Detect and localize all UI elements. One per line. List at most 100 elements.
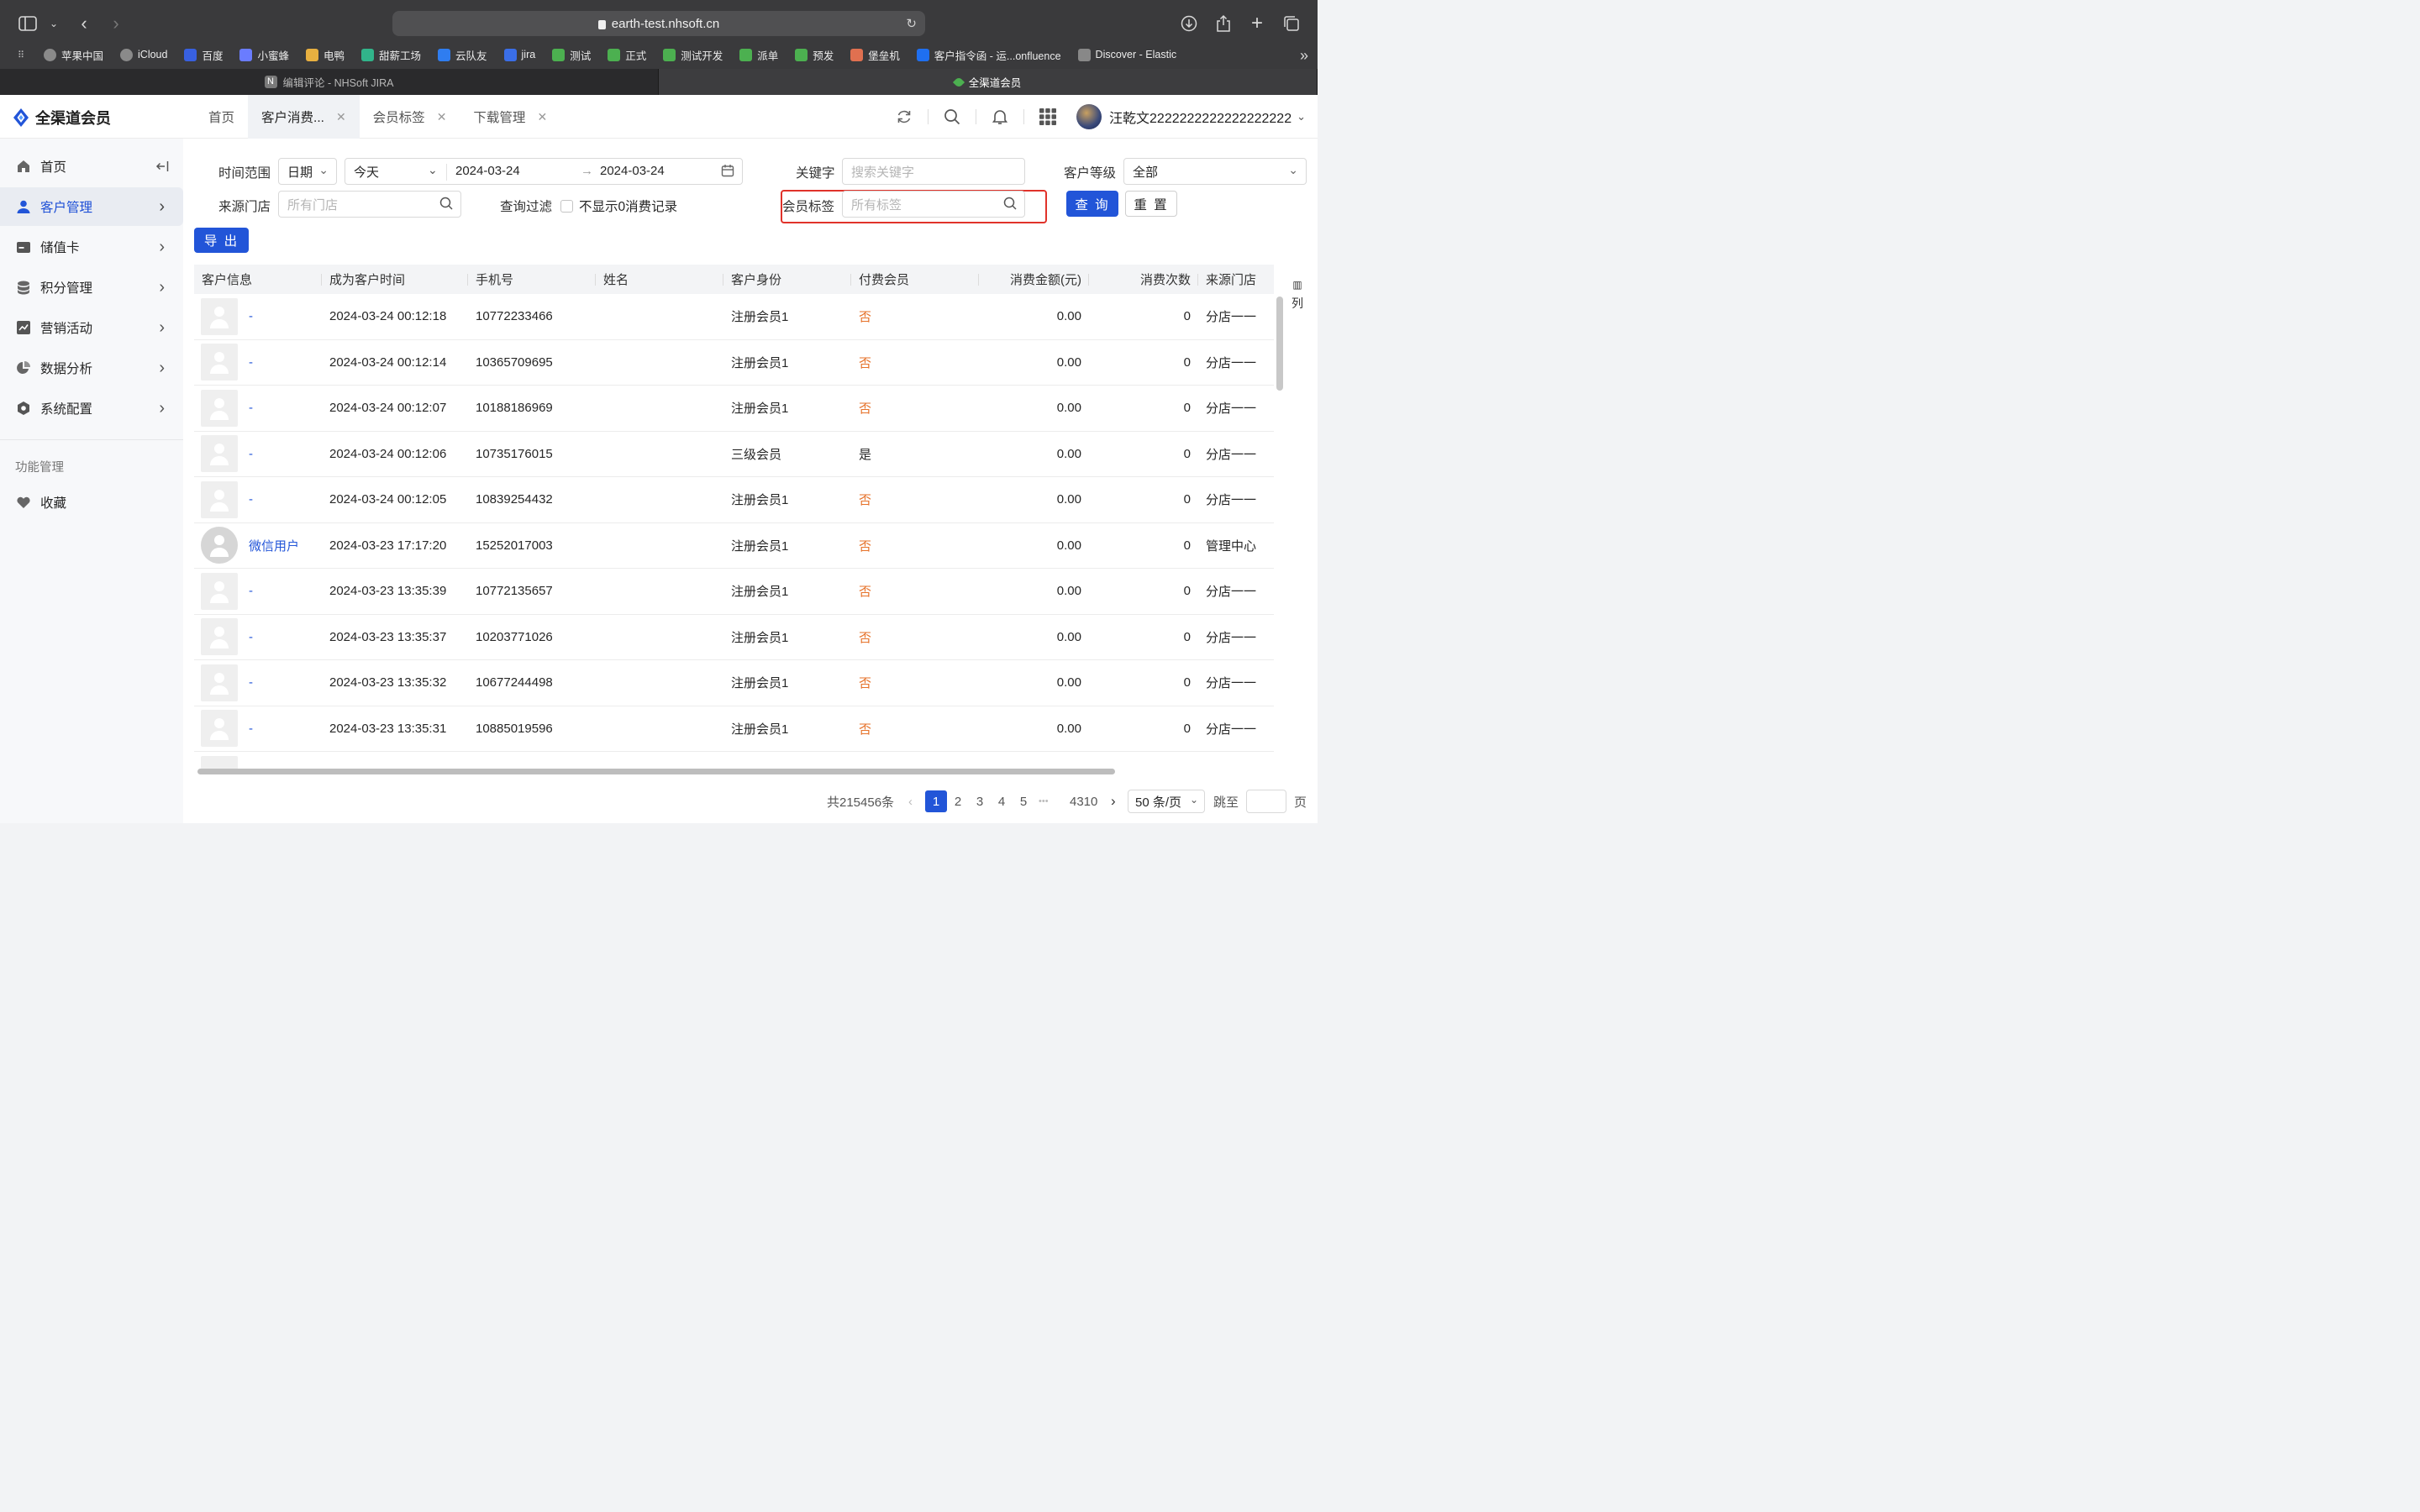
bookmark-item[interactable]: 派单 [739,47,778,63]
close-icon[interactable]: ✕ [437,110,447,124]
reset-button[interactable]: 重 置 [1125,191,1177,217]
new-tab-icon[interactable]: + [1245,12,1269,35]
avatar[interactable] [1076,104,1102,129]
jump-page-input[interactable] [1246,790,1286,813]
search-icon[interactable] [1003,197,1017,213]
vertical-scrollbar[interactable] [1276,297,1283,391]
tab-1[interactable]: 客户消费... ✕ [248,95,360,139]
column-header[interactable]: 客户信息 [194,265,322,294]
customer-name-link[interactable]: - [249,722,253,736]
download-icon[interactable] [1177,12,1201,35]
page-last[interactable]: 4310 [1070,790,1097,812]
sidebar-item-favorites[interactable]: 收藏 [0,483,183,522]
pagination-ellipsis[interactable]: ••• [1039,790,1049,812]
table-row[interactable]: - 2024-03-24 00:12:18 10772233466 注册会员1 否 0.0… [194,294,1274,340]
column-header[interactable]: 来源门店 [1198,265,1274,294]
tab-0[interactable]: 首页 [195,95,248,139]
page-2[interactable]: 2 [947,790,969,812]
cell-customer-info[interactable]: - [194,431,322,476]
table-row[interactable]: - 2024-03-24 00:12:14 10365709695 注册会员1 否 0.0… [194,340,1274,386]
chevron-down-icon[interactable]: ⌄ [42,12,66,35]
apps-grid-icon[interactable]: ⠿ [13,47,29,62]
bookmark-item[interactable]: 预发 [795,47,834,63]
column-header[interactable]: 客户身份 [723,265,851,294]
column-header[interactable]: 消费次数 [1089,265,1198,294]
tab-3[interactable]: 下载管理 ✕ [460,95,560,139]
close-icon[interactable]: ✕ [537,110,547,124]
customer-name-link[interactable]: - [249,401,253,415]
bookmark-item[interactable]: 正式 [608,47,646,63]
sidebar-item-0[interactable]: 首页 [0,147,143,186]
sidebar-item-3[interactable]: 积分管理 › [0,268,183,307]
date-range-picker[interactable]: 今天 ⌄ 2024-03-24 → 2024-03-24 [345,158,743,185]
search-icon[interactable] [439,197,453,213]
customer-name-link[interactable]: - [249,355,253,370]
browser-tab-jira[interactable]: N 编辑评论 - NHSoft JIRA [0,69,659,95]
back-icon[interactable]: ‹ [72,12,96,35]
column-header[interactable]: 姓名 [596,265,723,294]
chevron-down-icon[interactable]: ⌄ [1297,110,1306,123]
table-row[interactable]: - 2024-03-24 00:12:05 10839254432 注册会员1 否 0.0… [194,477,1274,523]
column-settings-button[interactable]: ▥ 列 [1289,276,1306,312]
bookmarks-overflow-icon[interactable]: » [1292,44,1316,67]
bookmark-item[interactable]: 电鸭 [305,47,345,63]
tab-overview-icon[interactable] [1280,12,1303,35]
cell-customer-info[interactable]: - [194,294,322,339]
address-bar[interactable]: earth-test.nhsoft.cn ↻ [392,11,925,36]
page-1[interactable]: 1 [925,790,947,812]
page-4[interactable]: 4 [991,790,1013,812]
column-header[interactable]: 成为客户时间 [322,265,468,294]
bookmark-item[interactable]: 堡垒机 [850,47,900,63]
search-icon[interactable] [929,95,976,139]
forward-icon[interactable]: › [104,12,128,35]
browser-tab-member[interactable]: 全渠道会员 [659,69,1318,95]
table-row[interactable]: - 2024-03-23 13:35:32 10677244498 注册会员1 否 0.0… [194,660,1274,706]
table-row[interactable]: 微信用户 2024-03-23 17:17:20 15252017003 注册会员1 否… [194,522,1274,569]
prev-page-button[interactable]: ‹ [908,790,913,812]
cell-customer-info[interactable]: - [194,660,322,706]
table-row[interactable]: - 2024-03-23 13:35:37 10203771026 注册会员1 否 0.0… [194,614,1274,660]
refresh-icon[interactable] [881,95,928,139]
share-icon[interactable] [1212,12,1235,35]
customer-name-link[interactable]: 微信用户 [249,537,299,554]
query-button[interactable]: 查 询 [1066,191,1118,217]
tag-search-input[interactable]: 所有标签 [842,191,1025,218]
page-5[interactable]: 5 [1013,790,1034,812]
column-header[interactable]: 付费会员 [851,265,979,294]
bookmark-item[interactable]: 小蜜蜂 [239,47,289,63]
apps-grid-icon[interactable] [1024,95,1071,139]
sidebar-item-5[interactable]: 数据分析 › [0,349,183,387]
cell-customer-info[interactable]: - [194,477,322,522]
cell-customer-info[interactable]: 微信用户 [194,522,322,568]
customer-name-link[interactable]: - [249,584,253,598]
sidebar-item-2[interactable]: 储值卡 › [0,228,183,266]
column-header[interactable]: 消费金额(元) [979,265,1089,294]
sidebar-item-4[interactable]: 营销活动 › [0,308,183,347]
export-button[interactable]: 导 出 [194,228,249,253]
table-row[interactable]: - 2024-03-23 13:35:31 10885019596 注册会员1 否 0.0… [194,706,1274,752]
bookmark-item[interactable]: Discover - Elastic [1077,48,1176,61]
app-logo[interactable]: 全渠道会员 [13,107,111,129]
sidebar-collapse-button[interactable] [148,147,176,186]
sidebar-item-1[interactable]: 客户管理 › [0,187,183,226]
cell-customer-info[interactable]: - [194,706,322,751]
table-row[interactable]: - 2024-03-24 00:12:06 10735176015 三级会员 是 0.00… [194,431,1274,477]
bell-icon[interactable] [976,95,1023,139]
bookmark-item[interactable]: iCloud [120,48,167,61]
customer-name-link[interactable]: - [249,630,253,644]
user-name[interactable]: 汪乾文2222222222222222222 [1109,107,1292,127]
hide-zero-checkbox[interactable]: 不显示0消费记录 [560,197,677,215]
customer-name-link[interactable]: - [249,492,253,507]
bookmark-item[interactable]: jira [503,48,535,61]
cell-customer-info[interactable]: - [194,614,322,659]
start-date-input[interactable]: 2024-03-24 [455,164,520,178]
close-icon[interactable]: ✕ [336,110,346,124]
bookmark-item[interactable]: 百度 [184,47,223,63]
bookmark-item[interactable]: 测试开发 [663,47,723,63]
customer-name-link[interactable]: - [249,447,253,461]
bookmark-item[interactable]: 甜薪工场 [361,47,421,63]
level-select[interactable]: 全部 ⌄ [1123,158,1307,185]
sidebar-toggle-icon[interactable] [16,12,39,35]
table-row[interactable]: - 2024-03-23 13:35:39 10772135657 注册会员1 否 0.0… [194,569,1274,615]
bookmark-item[interactable]: 云队友 [438,47,487,63]
